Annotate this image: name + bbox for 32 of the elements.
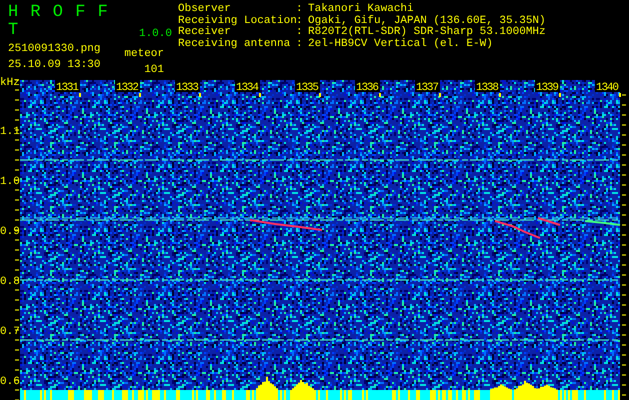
separator: :	[296, 38, 304, 50]
separator: :	[296, 4, 304, 16]
file-name: 2510091330.png	[8, 44, 102, 56]
version-label: 1.0.0	[138, 28, 172, 40]
frequency-label: 0.7	[0, 326, 20, 338]
separator: :	[296, 27, 304, 38]
counter-label: meteor	[124, 49, 164, 60]
time-label: 1338	[475, 80, 500, 94]
field-label: Receiving Location	[178, 16, 296, 26]
time-label: 1331	[55, 80, 80, 94]
time-label: 1333	[175, 80, 200, 94]
time-label: 1337	[415, 80, 440, 94]
field-label: Receiving antenna	[178, 38, 292, 50]
app-title: H R O F F T	[8, 4, 110, 40]
separator: :	[296, 16, 304, 27]
field-value: 2el-HB9CV Vertical (el. E-W)	[308, 38, 493, 50]
time-label: 1334	[235, 80, 260, 94]
field-value: Ogaki, Gifu, JAPAN (136.60E, 35.35N)	[308, 16, 546, 26]
field-label: Receiver	[178, 27, 232, 38]
time-label: 1332	[115, 80, 140, 94]
time-label: 1335	[295, 80, 320, 94]
frequency-label: 1.1	[0, 126, 20, 138]
field-label: Observer	[178, 4, 232, 15]
meteor-count: 101	[144, 64, 164, 76]
time-label: 1339	[535, 80, 560, 94]
meteor-trace	[584, 220, 620, 226]
field-value: R820T2(RTL-SDR) SDR-Sharp 53.1000MHz	[308, 27, 546, 38]
date-time: 25.10.09 13:30	[8, 60, 102, 71]
time-label: 1336	[355, 80, 380, 94]
field-value: Takanori Kawachi	[308, 4, 414, 15]
frequency-label: 0.9	[0, 226, 20, 238]
time-label: 1340	[595, 80, 620, 94]
